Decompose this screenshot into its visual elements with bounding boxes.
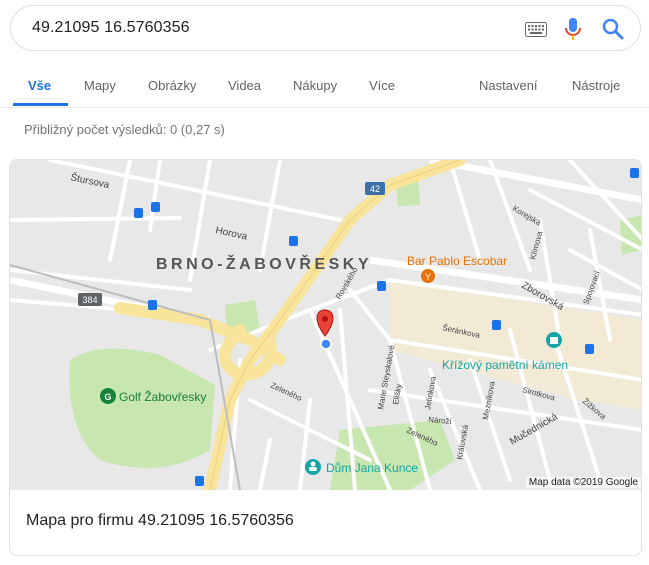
tab-shopping[interactable]: Nákupy xyxy=(293,78,337,93)
svg-text:G: G xyxy=(104,392,111,402)
tab-all[interactable]: Vše xyxy=(28,78,51,93)
district-label: BRNO-ŽABOVŘESKY xyxy=(156,254,372,273)
microphone-icon[interactable] xyxy=(565,17,581,41)
tab-videos[interactable]: Videa xyxy=(228,78,261,93)
svg-text:Golf Žabovřesky: Golf Žabovřesky xyxy=(119,389,206,404)
result-stats: Přibližný počet výsledků: 0 (0,27 s) xyxy=(24,122,225,137)
map-attribution: Map data ©2019 Google xyxy=(525,477,641,488)
svg-text:42: 42 xyxy=(370,184,380,194)
map-card-title[interactable]: Mapa pro firmu 49.21095 16.5760356 xyxy=(26,512,294,530)
search-icon[interactable] xyxy=(602,18,624,40)
svg-text:Y: Y xyxy=(425,272,431,282)
tab-maps[interactable]: Mapy xyxy=(84,78,116,93)
search-input[interactable]: 49.21095 16.5760356 xyxy=(32,19,190,37)
tab-tools[interactable]: Nástroje xyxy=(572,78,620,93)
active-tab-indicator xyxy=(13,103,68,106)
map-result-card[interactable]: 42 384 BRNO-ŽABOVŘESKY Štursova Horova K… xyxy=(9,159,642,556)
map-view[interactable]: 42 384 BRNO-ŽABOVŘESKY Štursova Horova K… xyxy=(10,160,641,490)
search-box[interactable]: 49.21095 16.5760356 xyxy=(10,5,641,51)
keyboard-icon[interactable] xyxy=(525,22,547,37)
tab-images[interactable]: Obrázky xyxy=(148,78,196,93)
svg-text:Dům Jana Kunce: Dům Jana Kunce xyxy=(326,461,418,475)
road-shield-42: 42 xyxy=(365,182,385,195)
svg-text:Bar Pablo Escobar: Bar Pablo Escobar xyxy=(407,254,507,268)
tab-more[interactable]: Více xyxy=(369,78,395,93)
search-tabs: Vše Mapy Obrázky Videa Nákupy Více Nasta… xyxy=(0,62,649,108)
svg-text:Křížový pamětní kámen: Křížový pamětní kámen xyxy=(442,358,568,372)
road-shield-384: 384 xyxy=(78,293,102,306)
svg-text:384: 384 xyxy=(82,295,97,305)
tab-settings[interactable]: Nastavení xyxy=(479,78,538,93)
map-canvas: 42 384 BRNO-ŽABOVŘESKY Štursova Horova K… xyxy=(10,160,641,490)
